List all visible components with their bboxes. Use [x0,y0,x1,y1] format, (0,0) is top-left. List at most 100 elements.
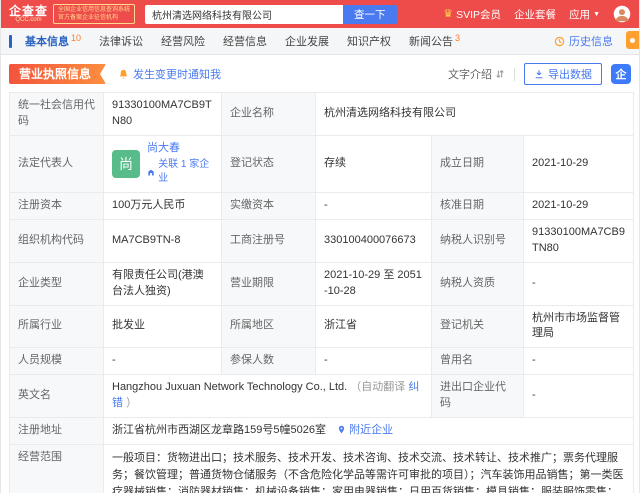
tab-news-announcements[interactable]: 新闻公告 3 [400,28,469,54]
reg-status-label: 登记状态 [221,134,316,193]
avatar-icon [613,5,631,23]
reg-no-value: 330100400076673 [315,218,432,263]
table-row: 人员规模 - 参保人数 - 曾用名 - [9,347,635,376]
business-term-value: 2021-10-29 至 2051-10-28 [315,261,432,306]
taxpayer-no-value: 91330100MA7CB9TN80 [522,218,635,263]
tab-operation-risk[interactable]: 经营风险 [152,28,214,54]
taxpayer-quality-label: 纳税人资质 [431,261,524,306]
company-type-value: 有限责任公司(港澳台法人独资) [103,261,222,306]
enterprise-package-link[interactable]: 企业套餐 [514,7,556,22]
tab-intellectual-property[interactable]: 知识产权 [338,28,400,54]
ie-code-value: - [522,374,635,419]
apps-menu[interactable]: 应用 ▼ [569,7,600,22]
taxpayer-quality-value: - [522,261,635,306]
reg-capital-value: 100万元人民币 [103,191,222,220]
english-name-cell: Hangzhou Juxuan Network Technology Co., … [103,374,432,419]
org-code-value: MA7CB9TN-8 [103,218,222,263]
business-term-label: 营业期限 [221,261,316,306]
search-button[interactable]: 查一下 [343,4,397,24]
taxpayer-no-label: 纳税人识别号 [431,218,524,263]
section-header: 营业执照信息 发生变更时通知我 文字介绍 导出数据 企 [1,55,639,92]
table-row: 注册资本 100万元人民币 实缴资本 - 核准日期 2021-10-29 [9,191,635,220]
search-input[interactable] [145,4,344,24]
table-row: 组织机构代码 MA7CB9TN-8 工商注册号 330100400076673 … [9,218,635,263]
tab-legal-litigation[interactable]: 法律诉讼 [90,28,152,54]
bell-icon [119,69,128,79]
company-name-value: 杭州清选网络科技有限公司 [314,92,635,136]
industry-label: 所属行业 [9,304,104,349]
approve-date-value: 2021-10-29 [522,191,635,220]
brand-slogan: 全国企业信用信息查询系统 官方备案企业征信机构 [53,3,136,25]
tab-news-count: 3 [455,33,461,43]
former-name-label: 曾用名 [431,347,524,376]
ie-code-label: 进出口企业代码 [431,374,524,419]
reg-capital-label: 注册资本 [9,191,104,220]
scope-label: 经营范围 [9,444,104,493]
legal-rep-label: 法定代表人 [9,134,104,193]
paid-capital-label: 实缴资本 [221,191,316,220]
auto-translate-note: （自动翻译 [350,381,406,394]
company-name-label: 企业名称 [221,92,316,136]
reg-authority-value: 杭州市市场监督管理局 [522,304,635,349]
search-bar: 查一下 [145,4,397,24]
user-avatar[interactable] [613,5,631,23]
site-header: 企查查 QCC.com 全国企业信用信息查询系统 官方备案企业征信机构 查一下 … [1,0,639,28]
change-notify-link[interactable]: 发生变更时通知我 [118,66,221,82]
location-pin-icon [338,425,345,434]
english-name-label: 英文名 [9,374,104,419]
insured-num-label: 参保人数 [221,347,316,376]
table-row: 英文名 Hangzhou Juxuan Network Technology C… [9,374,635,419]
active-tab-indicator [9,34,12,48]
address-value: 浙江省杭州市西湖区龙章路159号5幢5026室 [112,424,326,437]
tab-history-info[interactable]: 历史信息 [554,33,613,49]
table-row: 法定代表人 尚 尚大春 关联 1 家企业 登记状态 存续 成立日期 2021-1… [9,134,635,193]
company-type-label: 企业类型 [9,261,104,306]
qcc-company-page: 企查查 QCC.com 全国企业信用信息查询系统 官方备案企业征信机构 查一下 … [0,0,640,493]
table-row: 注册地址 浙江省杭州市西湖区龙章路159号5幢5026室 附近企业 [9,417,635,446]
export-data-button[interactable]: 导出数据 [524,63,602,85]
tab-basic-info[interactable]: 基本信息 10 [16,28,90,54]
chevron-down-icon: ▼ [593,10,600,18]
table-row: 经营范围 一般项目：货物进出口；技术服务、技术开发、技术咨询、技术交流、技术转让… [9,444,635,493]
english-name-value: Hangzhou Juxuan Network Technology Co., … [112,381,348,394]
staff-size-value: - [103,347,222,376]
text-intro-toggle[interactable]: 文字介绍 [448,66,505,82]
download-icon [535,70,543,79]
former-name-value: - [522,347,635,376]
tab-operation-info[interactable]: 经营信息 [214,28,276,54]
credit-code-value: 91330100MA7CB9TN80 [103,92,222,136]
tab-company-development[interactable]: 企业发展 [276,28,338,54]
industry-value: 批发业 [103,304,222,349]
nearby-companies-link[interactable]: 附近企业 [337,424,393,436]
reg-no-label: 工商注册号 [221,218,316,263]
establish-date-label: 成立日期 [431,134,524,193]
credit-code-label: 统一社会信用代码 [9,92,104,136]
address-cell: 浙江省杭州市西湖区龙章路159号5幢5026室 附近企业 [102,417,635,446]
insured-num-value: - [315,347,432,376]
floating-widget[interactable] [626,31,639,49]
table-row: 统一社会信用代码 91330100MA7CB9TN80 企业名称 杭州清选网络科… [9,92,635,136]
svip-link[interactable]: ♛ SVIP会员 [443,7,501,22]
legal-rep-name-link[interactable]: 尚大春 [147,141,213,157]
address-label: 注册地址 [9,417,104,446]
region-value: 浙江省 [315,304,432,349]
swap-vertical-icon [496,70,504,78]
reg-status-value: 存续 [315,134,432,193]
scope-value: 一般项目：货物进出口；技术服务、技术开发、技术咨询、技术交流、技术转让、技术推广… [102,444,635,493]
history-clock-icon [554,36,565,46]
legal-rep-avatar[interactable]: 尚 [112,149,140,178]
staff-size-label: 人员规模 [9,347,104,376]
header-nav: ♛ SVIP会员 企业套餐 应用 ▼ [443,5,631,23]
crown-icon: ♛ [443,7,454,20]
org-code-label: 组织机构代码 [9,218,104,263]
related-company-icon [148,169,154,176]
paid-capital-value: - [315,191,432,220]
qcc-logo[interactable]: 企查查 QCC.com 全国企业信用信息查询系统 官方备案企业征信机构 [9,3,136,25]
section-title-ribbon: 营业执照信息 [9,64,106,84]
tab-basic-info-count: 10 [71,33,82,43]
divider [514,67,515,81]
region-label: 所属地区 [221,304,316,349]
table-row: 企业类型 有限责任公司(港澳台法人独资) 营业期限 2021-10-29 至 2… [9,261,635,306]
approve-date-label: 核准日期 [431,191,524,220]
related-company-link[interactable]: 关联 1 家企业 [158,158,213,187]
